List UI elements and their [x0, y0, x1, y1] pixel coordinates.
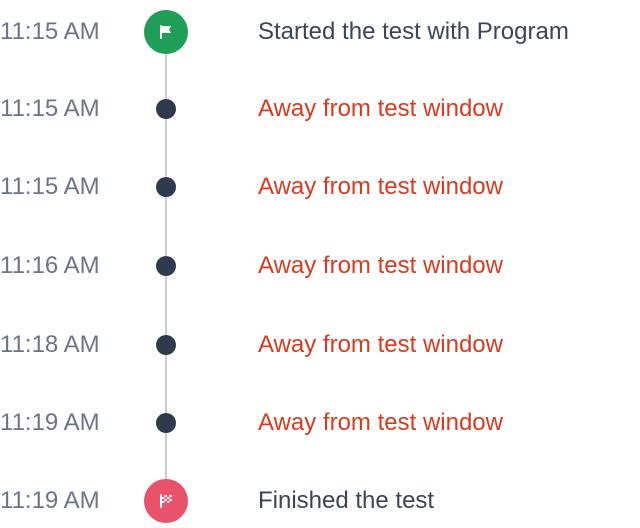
event-time: 11:18 AM	[0, 331, 100, 358]
marker-slot	[146, 89, 186, 129]
event-text: Started the test with Program	[258, 18, 569, 45]
marker-slot	[144, 479, 188, 523]
event-text: Away from test window	[258, 252, 503, 279]
marker-slot	[146, 325, 186, 365]
timeline-row-start: 11:15 AM Started the test with Program	[0, 10, 640, 54]
timeline-row: 11:15 AM Away from test window	[0, 167, 640, 207]
timeline-row: 11:15 AM Away from test window	[0, 89, 640, 129]
timeline-row: 11:16 AM Away from test window	[0, 246, 640, 286]
event-time: 11:15 AM	[0, 95, 100, 122]
event-time: 11:19 AM	[0, 487, 100, 514]
timeline-dot-icon	[156, 413, 176, 433]
timeline-dot-icon	[156, 256, 176, 276]
timeline-row: 11:19 AM Away from test window	[0, 403, 640, 443]
timeline-row: 11:18 AM Away from test window	[0, 325, 640, 365]
event-text: Away from test window	[258, 95, 503, 122]
event-text: Away from test window	[258, 409, 503, 436]
flag-icon	[144, 10, 188, 54]
event-time: 11:15 AM	[0, 173, 100, 200]
event-time: 11:19 AM	[0, 409, 100, 436]
event-time: 11:16 AM	[0, 252, 100, 279]
timeline-row-finish: 11:19 AM Finished the test	[0, 479, 640, 523]
timeline-dot-icon	[156, 335, 176, 355]
marker-slot	[144, 10, 188, 54]
event-text: Finished the test	[258, 487, 435, 514]
activity-timeline: 11:15 AM Started the test with Program 1…	[0, 0, 640, 528]
event-time: 11:15 AM	[0, 18, 100, 45]
timeline-dot-icon	[156, 99, 176, 119]
timeline-dot-icon	[156, 177, 176, 197]
event-text: Away from test window	[258, 331, 503, 358]
checkered-flag-icon	[144, 479, 188, 523]
marker-slot	[146, 246, 186, 286]
marker-slot	[146, 167, 186, 207]
marker-slot	[146, 403, 186, 443]
event-text: Away from test window	[258, 173, 503, 200]
